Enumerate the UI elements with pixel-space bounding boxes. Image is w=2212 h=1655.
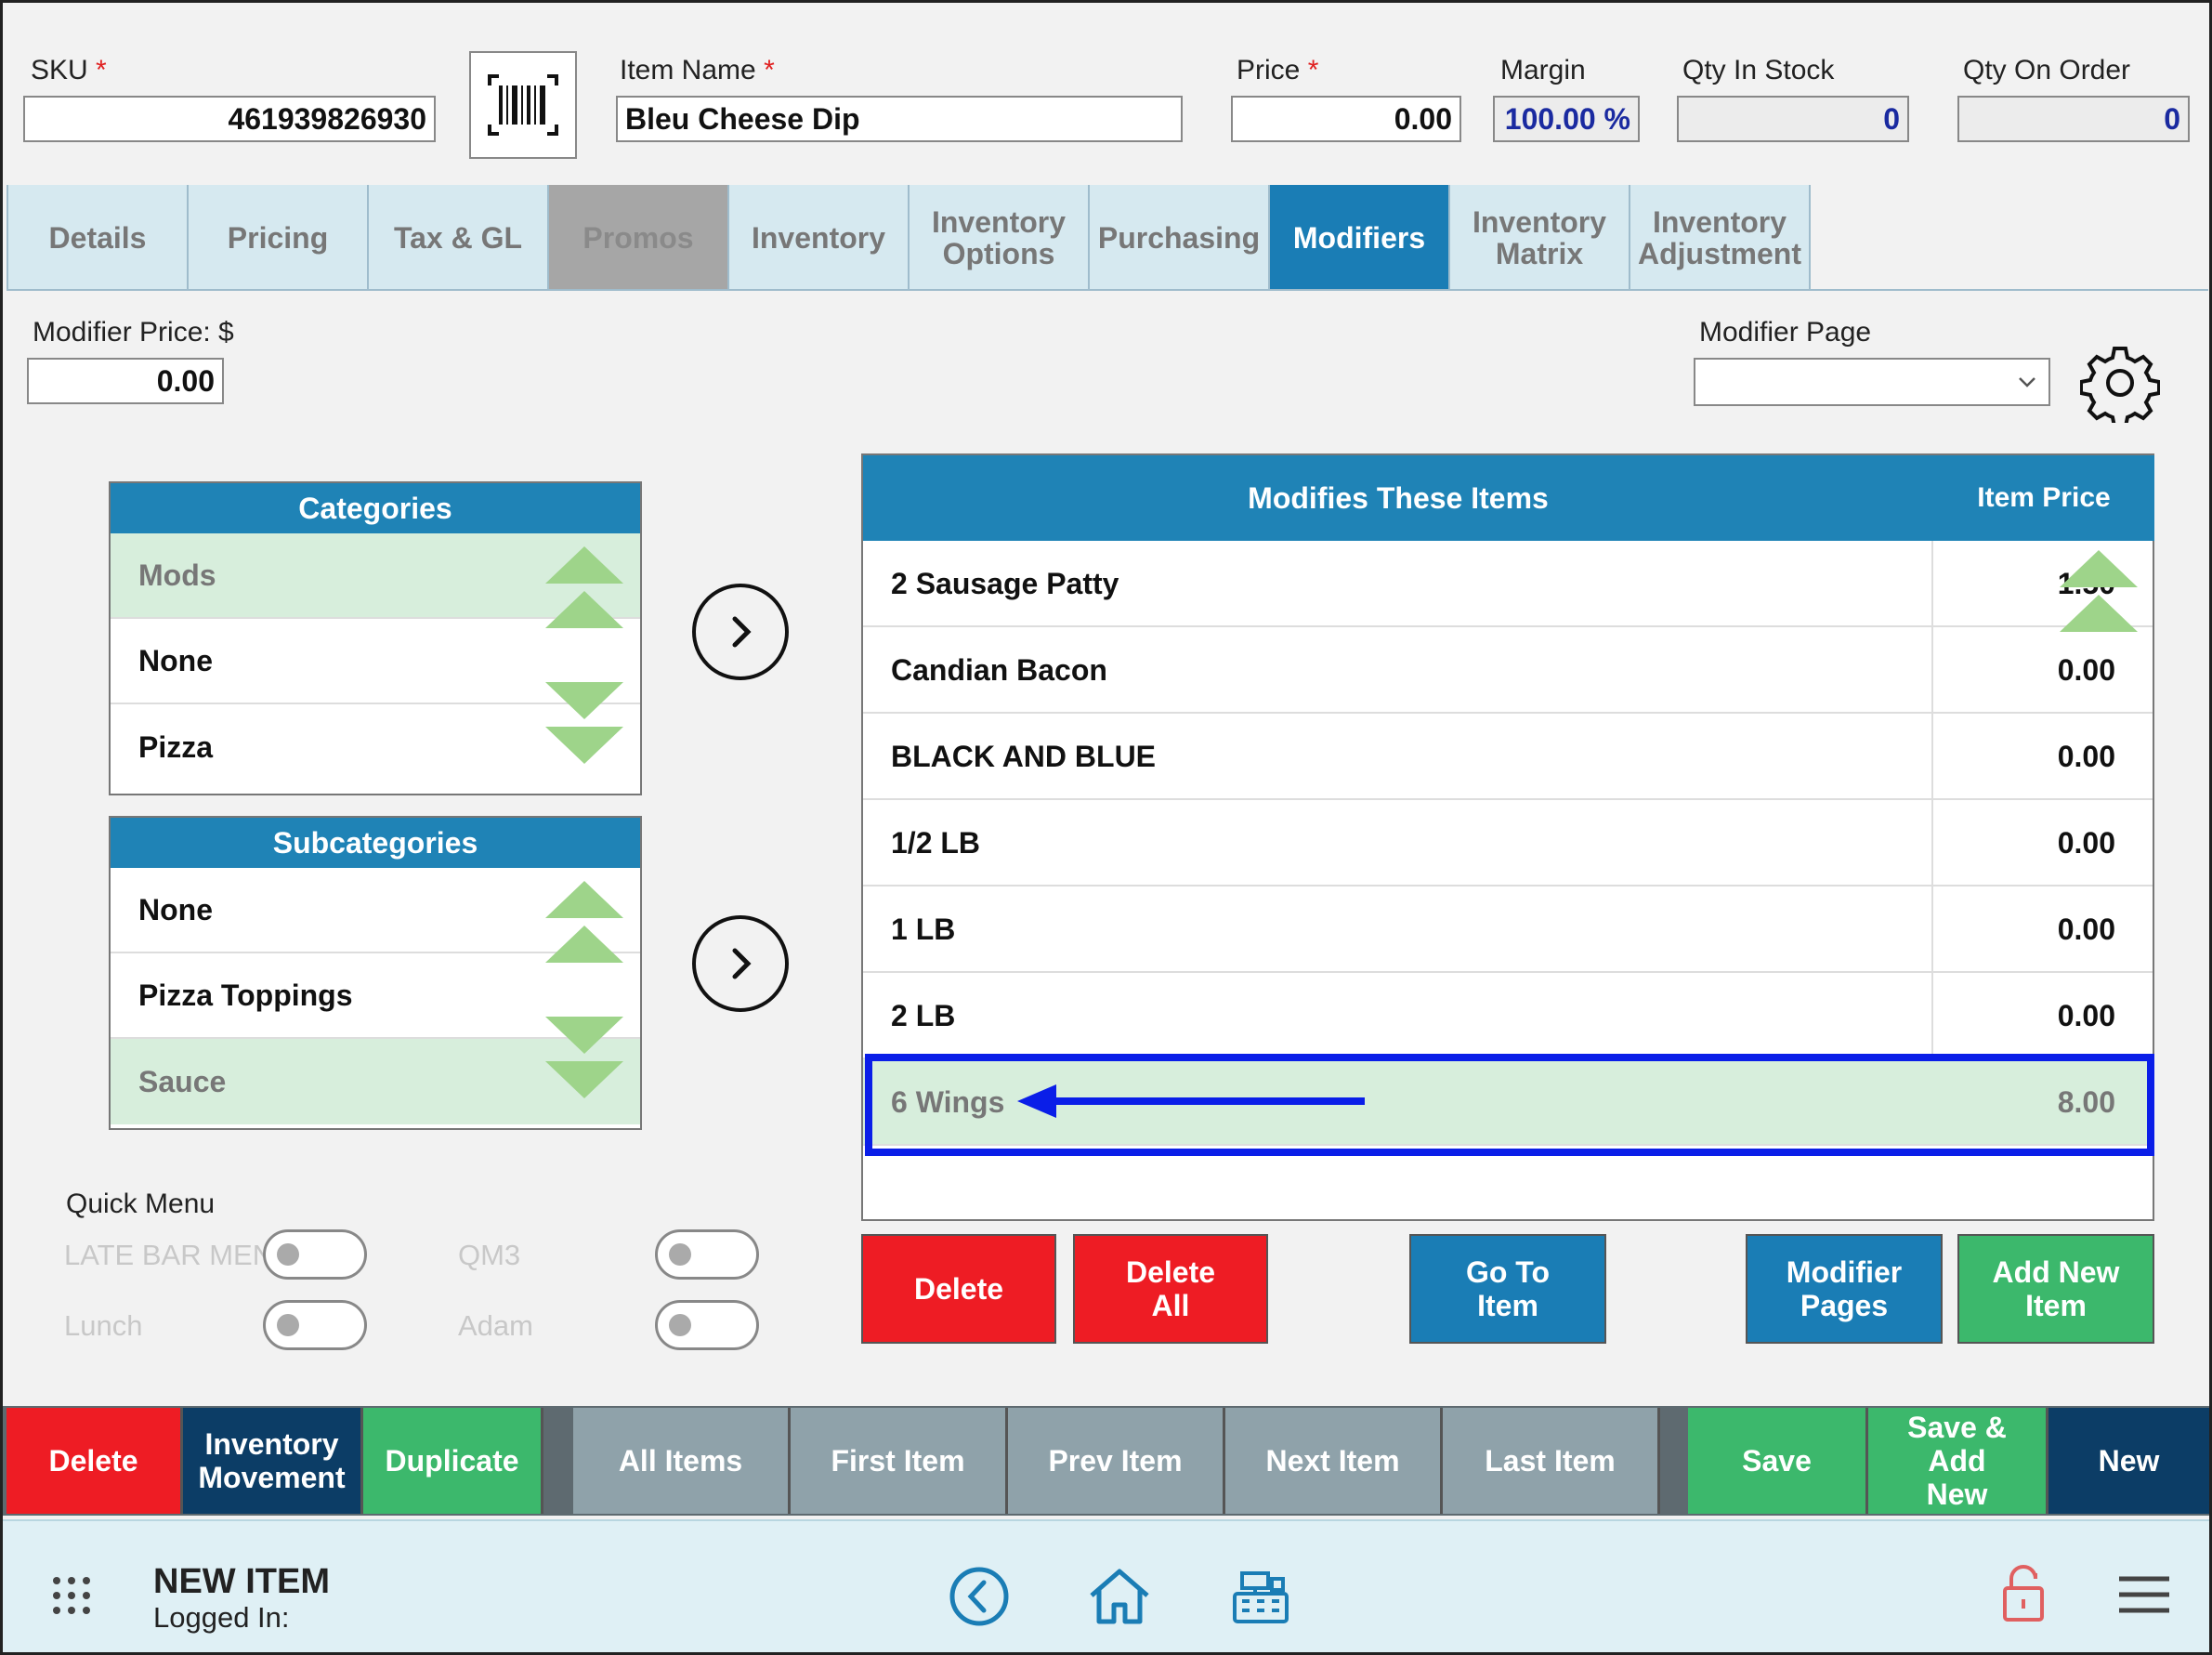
scroll-up-icon[interactable]	[2060, 595, 2138, 632]
categories-panel: Categories Mods None Pizza	[109, 481, 642, 795]
sku-label: SKU *	[31, 55, 107, 85]
categories-header: Categories	[111, 483, 640, 533]
duplicate-button[interactable]: Duplicate	[363, 1408, 543, 1514]
qty-on-order-field: 0	[1957, 96, 2190, 142]
home-icon[interactable]	[1086, 1566, 1153, 1627]
price-field[interactable]: 0.00	[1231, 96, 1461, 142]
item-price-header: Item Price	[1977, 482, 2111, 513]
back-circle-icon[interactable]	[949, 1566, 1010, 1627]
settings-gear-icon[interactable]	[2080, 343, 2160, 423]
delete-all-button[interactable]: Delete All	[1073, 1234, 1268, 1344]
quick-menu-label: LATE BAR MENU	[64, 1239, 294, 1271]
tab-tax-gl[interactable]: Tax & GL	[369, 185, 549, 291]
cash-register-icon[interactable]	[1229, 1566, 1292, 1627]
sku-field[interactable]: 461939826930	[23, 96, 436, 142]
barcode-scan-button[interactable]	[469, 51, 577, 159]
tab-modifiers[interactable]: Modifiers	[1270, 185, 1450, 291]
tab-pricing[interactable]: Pricing	[189, 185, 369, 291]
tab-inventory-options[interactable]: Inventory Options	[910, 185, 1090, 291]
scroll-bottom-icon[interactable]	[545, 727, 623, 764]
scroll-down-icon[interactable]	[545, 1017, 623, 1054]
arrow-left-icon	[1017, 1084, 1365, 1118]
delete-modifier-button[interactable]: Delete	[861, 1234, 1056, 1344]
margin-label: Margin	[1500, 55, 1586, 85]
tab-inventory-adjustment[interactable]: Inventory Adjustment	[1630, 185, 1811, 291]
item-name-label: Item Name *	[620, 55, 775, 85]
modifies-header: Modifies These Items Item Price	[863, 455, 2154, 541]
quick-menu-toggle[interactable]	[263, 1229, 367, 1280]
modifier-page-label: Modifier Page	[1699, 317, 1872, 348]
go-to-item-button[interactable]: Go To Item	[1409, 1234, 1606, 1344]
modifier-row[interactable]: 2 Sausage Patty 1.50	[863, 541, 2153, 627]
modifier-price-field[interactable]: 0.00	[27, 358, 224, 404]
scroll-top-icon[interactable]	[545, 546, 623, 584]
first-item-button[interactable]: First Item	[791, 1408, 1008, 1514]
scroll-top-icon[interactable]	[2060, 550, 2138, 587]
prev-item-button[interactable]: Prev Item	[1008, 1408, 1225, 1514]
quick-menu-label: Adam	[458, 1309, 533, 1342]
modifier-price-label: Modifier Price: $	[33, 317, 234, 348]
quick-menu-label: QM3	[458, 1239, 521, 1271]
barcode-icon	[488, 74, 558, 136]
scroll-up-icon[interactable]	[545, 591, 623, 628]
chevron-right-icon	[732, 948, 752, 979]
modifier-row[interactable]: 1/2 LB 0.00	[863, 800, 2153, 887]
scroll-bottom-icon[interactable]	[545, 1061, 623, 1098]
delete-item-button[interactable]: Delete	[7, 1408, 183, 1514]
logged-in-label: Logged In:	[153, 1601, 290, 1634]
quick-menu-toggle[interactable]	[655, 1229, 759, 1280]
add-subcategory-arrow-button[interactable]	[692, 915, 789, 1012]
qty-in-stock-label: Qty In Stock	[1682, 55, 1835, 85]
modifier-row[interactable]: Candian Bacon 0.00	[863, 627, 2153, 714]
quick-menu-label: Lunch	[64, 1309, 143, 1342]
hamburger-menu-icon[interactable]	[2117, 1573, 2171, 1616]
tab-inventory[interactable]: Inventory	[729, 185, 910, 291]
item-name-field[interactable]: Bleu Cheese Dip	[616, 96, 1183, 142]
app-grid-icon[interactable]	[51, 1575, 92, 1616]
subcategories-panel: Subcategories None Pizza Toppings Sauce	[109, 816, 642, 1130]
qty-on-order-label: Qty On Order	[1963, 55, 2131, 85]
add-new-item-button[interactable]: Add New Item	[1957, 1234, 2154, 1344]
qty-in-stock-field: 0	[1677, 96, 1909, 142]
modifier-row[interactable]: BLACK AND BLUE 0.00	[863, 714, 2153, 800]
modifier-pages-button[interactable]: Modifier Pages	[1746, 1234, 1943, 1344]
modifier-row[interactable]: 2 LB 0.00	[863, 973, 2153, 1059]
quick-menu-title: Quick Menu	[66, 1189, 216, 1219]
scroll-top-icon[interactable]	[545, 881, 623, 918]
lock-icon[interactable]	[2000, 1562, 2047, 1623]
scroll-up-icon[interactable]	[545, 926, 623, 963]
inventory-movement-button[interactable]: Inventory Movement	[183, 1408, 363, 1514]
chevron-down-icon	[2019, 377, 2035, 387]
scroll-down-icon[interactable]	[545, 682, 623, 719]
modifies-title: Modifies These Items	[1248, 480, 1549, 515]
chevron-right-icon	[732, 616, 752, 648]
quick-menu-toggle[interactable]	[263, 1300, 367, 1350]
modifier-page-select[interactable]	[1694, 358, 2050, 406]
save-button[interactable]: Save	[1688, 1408, 1868, 1514]
price-label: Price *	[1237, 55, 1319, 85]
subcategories-header: Subcategories	[111, 818, 640, 868]
next-item-button[interactable]: Next Item	[1225, 1408, 1443, 1514]
new-item-button[interactable]: New	[2048, 1408, 2209, 1514]
item-editor-window: SKU * 461939826930 Item Name * Bleu Chee…	[0, 0, 2212, 1655]
tab-divider	[7, 289, 2208, 291]
save-add-new-button[interactable]: Save & Add New	[1868, 1408, 2048, 1514]
add-category-arrow-button[interactable]	[692, 584, 789, 680]
footer-title: NEW ITEM	[153, 1562, 330, 1601]
tab-purchasing[interactable]: Purchasing	[1090, 185, 1270, 291]
tab-promos: Promos	[549, 185, 729, 291]
tab-details[interactable]: Details	[8, 185, 189, 291]
quick-menu-toggle[interactable]	[655, 1300, 759, 1350]
all-items-button[interactable]: All Items	[573, 1408, 791, 1514]
tab-inventory-matrix[interactable]: Inventory Matrix	[1450, 185, 1630, 291]
margin-field: 100.00 %	[1493, 96, 1640, 142]
modifier-row[interactable]: 1 LB 0.00	[863, 887, 2153, 973]
last-item-button[interactable]: Last Item	[1443, 1408, 1660, 1514]
